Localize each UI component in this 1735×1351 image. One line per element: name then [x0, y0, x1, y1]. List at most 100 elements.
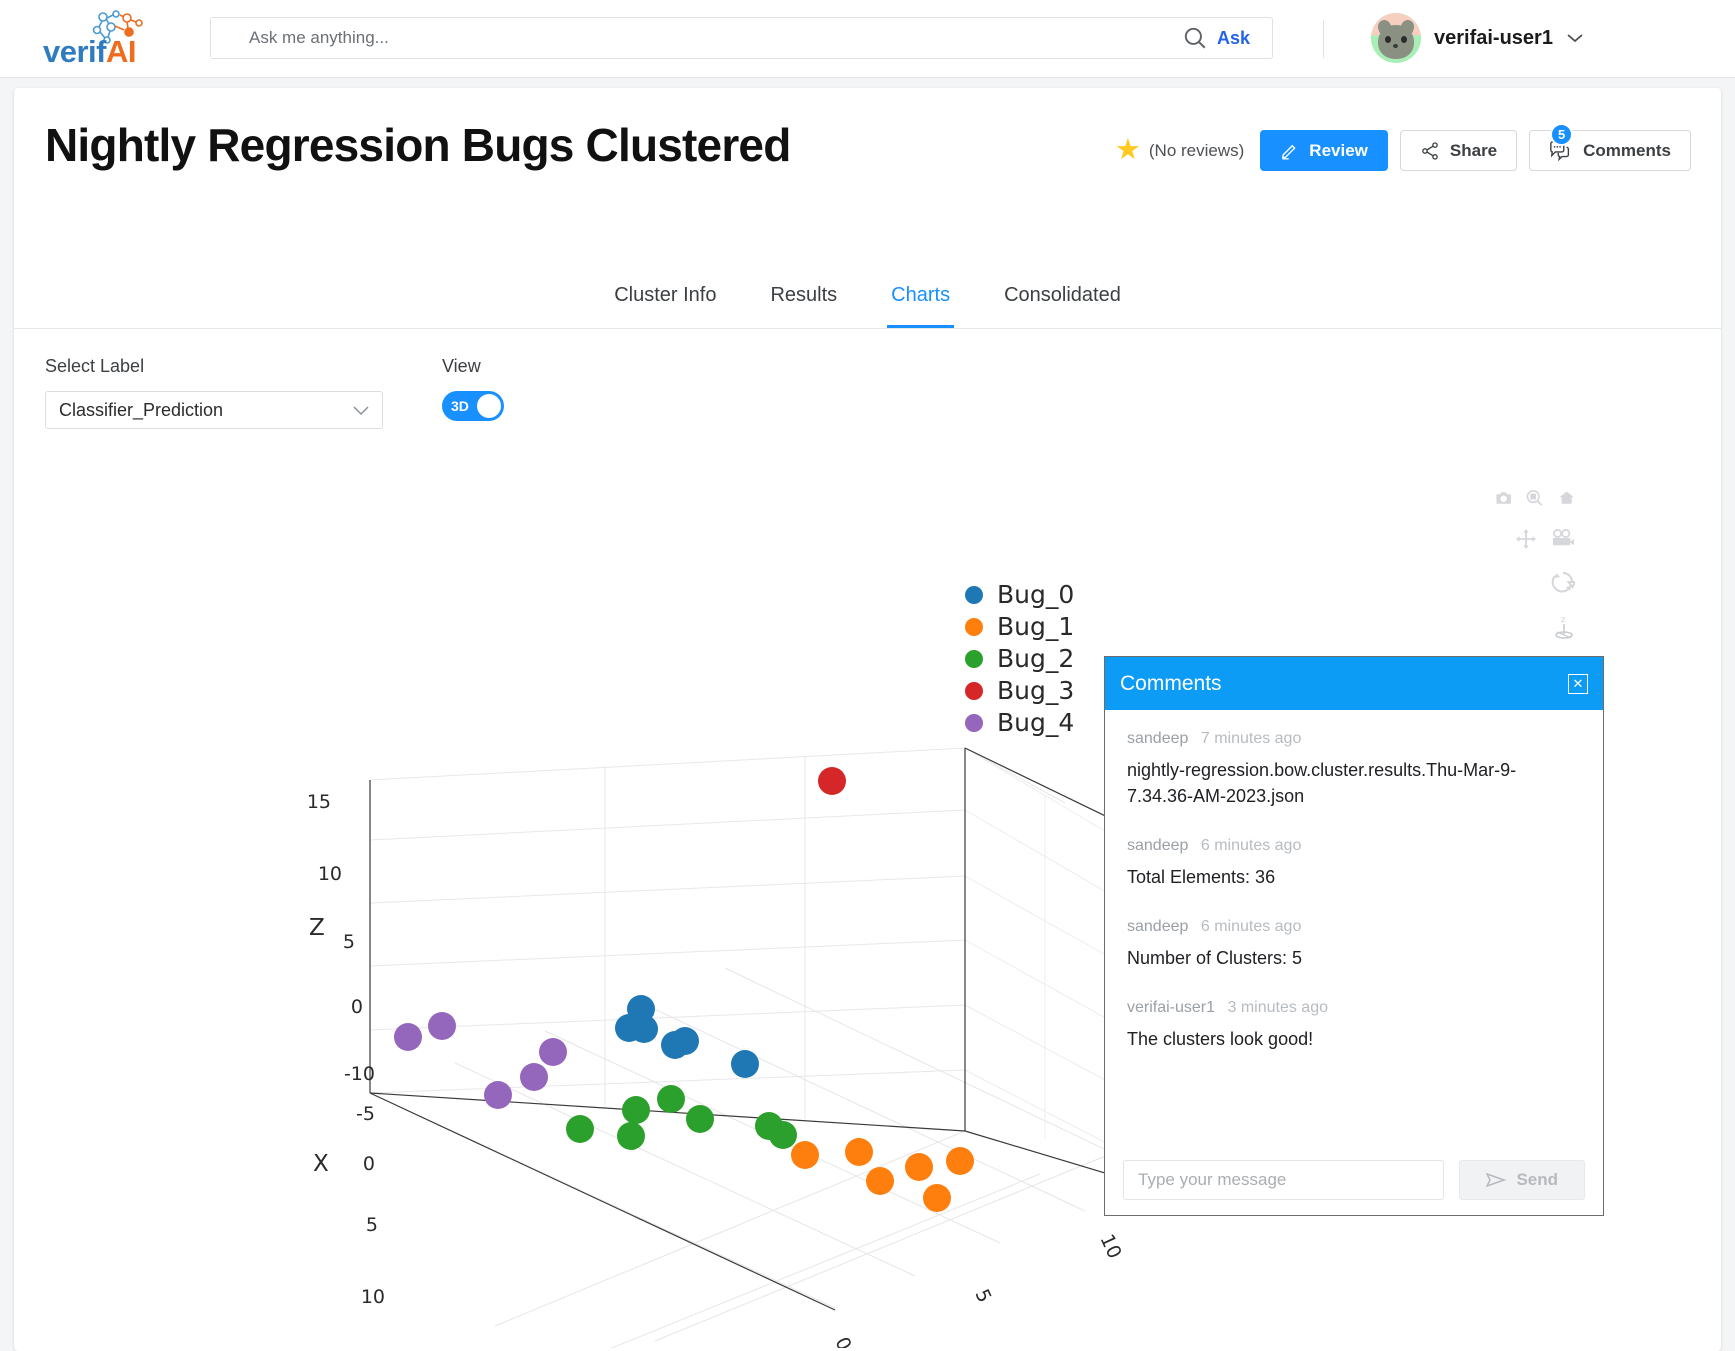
y-tick-label: 0	[830, 1334, 855, 1348]
global-search-bar[interactable]: Ask	[210, 17, 1273, 59]
review-button-label: Review	[1309, 140, 1368, 160]
series-bug-1-points[interactable]	[791, 1138, 974, 1212]
x-tick-label: 0	[363, 1153, 375, 1175]
data-point[interactable]	[657, 1085, 685, 1113]
comment-author: verifai-user1	[1127, 999, 1216, 1017]
comment-author: sandeep	[1127, 837, 1189, 855]
x-tick-label: -5	[356, 1103, 375, 1125]
data-point[interactable]	[520, 1063, 548, 1091]
x-axis-title: X	[313, 1151, 329, 1177]
comments-panel: Comments ✕ sandeep 7 minutes ago nightly…	[1104, 656, 1604, 1216]
comment-item: sandeep 7 minutes ago nightly-regression…	[1127, 730, 1581, 809]
comment-timestamp: 6 minutes ago	[1200, 837, 1302, 855]
comment-input[interactable]	[1123, 1160, 1445, 1200]
tab-bar: Cluster Info Results Charts Consolidated	[14, 276, 1721, 329]
comment-item: sandeep 6 minutes ago Total Elements: 36	[1127, 837, 1581, 890]
view-3d-toggle[interactable]: 3D	[442, 391, 504, 421]
select-label-group: Select Label Classifier_Prediction	[45, 356, 383, 429]
data-point[interactable]	[686, 1105, 714, 1133]
data-point[interactable]	[845, 1138, 873, 1166]
x-tick-label: -10	[344, 1063, 375, 1085]
app-logo[interactable]: verifAI	[0, 9, 190, 69]
select-label-caption: Select Label	[45, 356, 145, 376]
series-bug-2-points[interactable]	[566, 1085, 797, 1150]
series-bug-3-points[interactable]	[818, 767, 846, 795]
comments-panel-footer: Send	[1105, 1145, 1603, 1215]
header-actions: ★ (No reviews) Review Share Comments 5	[1115, 123, 1691, 171]
comments-list[interactable]: sandeep 7 minutes ago nightly-regression…	[1105, 710, 1603, 1145]
avatar[interactable]	[1371, 13, 1421, 63]
comment-item: sandeep 6 minutes ago Number of Clusters…	[1127, 918, 1581, 971]
comments-count-badge: 5	[1550, 123, 1574, 146]
share-icon	[1422, 141, 1438, 160]
close-icon[interactable]: ✕	[1568, 673, 1588, 694]
series-bug-0-points[interactable]	[615, 995, 759, 1078]
cat-face-icon	[1376, 18, 1416, 59]
data-point[interactable]	[428, 1012, 456, 1040]
x-tick-label: 5	[366, 1214, 378, 1236]
z-tick-label: 0	[351, 996, 363, 1018]
comment-meta: verifai-user1 3 minutes ago	[1127, 999, 1581, 1017]
data-point[interactable]	[818, 767, 846, 795]
data-point[interactable]	[671, 1027, 699, 1055]
data-point[interactable]	[630, 1015, 658, 1043]
review-button[interactable]: Review	[1260, 130, 1388, 171]
comment-author: sandeep	[1127, 730, 1189, 747]
send-icon	[1486, 1172, 1507, 1188]
z-tick-label: 15	[307, 791, 331, 813]
data-point[interactable]	[731, 1050, 759, 1078]
data-point[interactable]	[791, 1141, 819, 1169]
comment-author: sandeep	[1127, 918, 1189, 936]
star-icon[interactable]: ★	[1115, 136, 1141, 165]
series-bug-4-points[interactable]	[394, 1012, 567, 1109]
share-button-label: Share	[1449, 140, 1498, 160]
comment-timestamp: 3 minutes ago	[1227, 999, 1328, 1017]
view-label-caption: View	[442, 356, 481, 376]
data-point[interactable]	[923, 1184, 951, 1212]
data-point[interactable]	[484, 1081, 512, 1109]
plot-grid-right	[964, 747, 1121, 1188]
user-menu[interactable]: verifai-user1	[1371, 13, 1584, 63]
chevron-down-icon	[353, 405, 369, 415]
topbar-divider	[1323, 20, 1324, 58]
search-input[interactable]	[211, 18, 1182, 58]
label-select-value: Classifier_Prediction	[59, 399, 224, 420]
tab-cluster-info[interactable]: Cluster Info	[610, 276, 720, 328]
data-point[interactable]	[622, 1096, 650, 1124]
label-select[interactable]: Classifier_Prediction	[45, 391, 383, 429]
tab-consolidated[interactable]: Consolidated	[1000, 276, 1125, 328]
top-navigation-bar: verifAI Ask verifai-user1	[0, 0, 1735, 78]
share-button[interactable]: Share	[1399, 130, 1518, 171]
tab-charts[interactable]: Charts	[887, 276, 955, 328]
comments-button[interactable]: Comments 5	[1529, 123, 1691, 171]
send-button[interactable]: Send	[1459, 1160, 1585, 1200]
data-point[interactable]	[617, 1122, 645, 1150]
toggle-knob	[477, 394, 501, 418]
data-point[interactable]	[539, 1038, 567, 1066]
comment-meta: sandeep 7 minutes ago	[1127, 730, 1581, 748]
comment-timestamp: 6 minutes ago	[1200, 918, 1302, 936]
comments-button-label: Comments	[1583, 140, 1671, 160]
z-axis-title: Z	[309, 915, 325, 941]
data-point[interactable]	[905, 1153, 933, 1181]
chevron-down-icon[interactable]	[1566, 32, 1584, 44]
logo-text-accent: AI	[105, 33, 137, 69]
x-tick-label: 10	[361, 1286, 385, 1308]
data-point[interactable]	[866, 1167, 894, 1195]
z-tick-label: 10	[318, 863, 342, 885]
y-tick-label: 5	[970, 1286, 995, 1306]
data-point[interactable]	[566, 1115, 594, 1143]
data-point[interactable]	[394, 1023, 422, 1051]
ask-button[interactable]: Ask	[1217, 28, 1250, 49]
username-label: verifai-user1	[1434, 26, 1553, 49]
data-point[interactable]	[946, 1147, 974, 1175]
search-icon[interactable]	[1182, 25, 1208, 51]
y-tick-label: 10	[1095, 1231, 1125, 1262]
comment-body: Number of Clusters: 5	[1127, 948, 1303, 969]
data-point[interactable]	[769, 1121, 797, 1149]
view-toggle-group: View 3D	[442, 356, 504, 429]
comment-body: Total Elements: 36	[1127, 867, 1276, 888]
chart-controls: Select Label Classifier_Prediction View …	[45, 356, 504, 429]
comment-meta: sandeep 6 minutes ago	[1127, 837, 1581, 855]
tab-results[interactable]: Results	[766, 276, 841, 328]
